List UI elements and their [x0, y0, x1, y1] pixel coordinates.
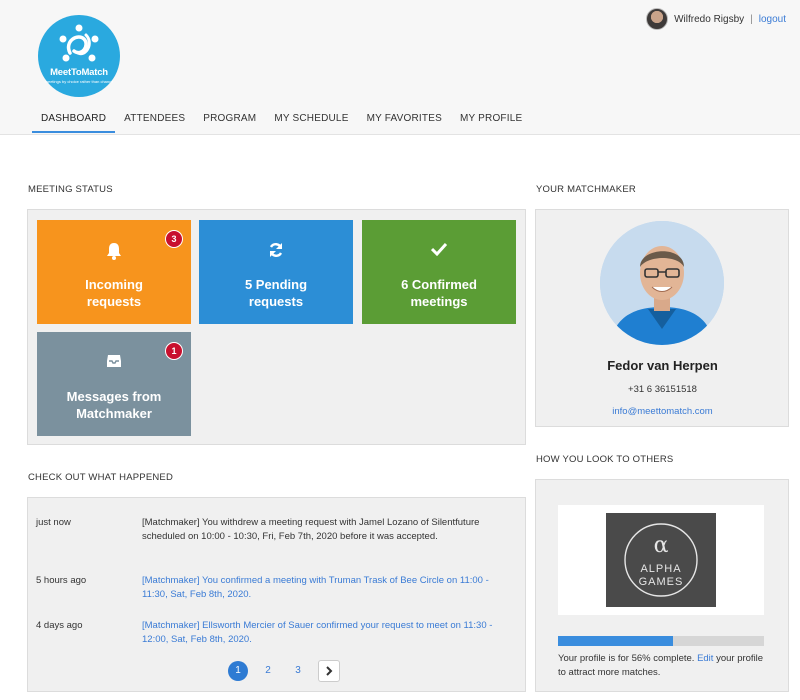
header: MeetToMatch meetings by choice rather th…	[0, 0, 800, 135]
nav-attendees[interactable]: ATTENDEES	[115, 105, 194, 133]
matchmaker-panel: Fedor van Herpen +31 6 36151518 info@mee…	[535, 209, 789, 427]
logout-link[interactable]: logout	[759, 14, 786, 25]
brand-name: MeetToMatch	[50, 67, 108, 78]
brand-tagline: meetings by choice rather than chance	[44, 79, 114, 84]
pagination: 1 2 3	[228, 660, 340, 682]
profile-progress-bar	[558, 636, 764, 646]
meeting-status-title: MEETING STATUS	[28, 184, 113, 195]
chevron-right-icon	[326, 666, 333, 676]
profile-completion-text: Your profile is for 56% complete. Edit y…	[558, 652, 768, 680]
matchmaker-email-link[interactable]: info@meettomatch.com	[536, 406, 789, 417]
tile-incoming-requests[interactable]: 3 Incoming requests	[37, 220, 191, 324]
matchmaker-name: Fedor van Herpen	[607, 358, 718, 373]
company-card[interactable]: α ALPHA GAMES	[558, 505, 764, 615]
nav-my-schedule[interactable]: MY SCHEDULE	[265, 105, 357, 133]
tile-label: 5 Pending requests	[244, 277, 308, 309]
separator: |	[750, 13, 753, 25]
user-menu: Wilfredo Rigsby | logout	[646, 8, 786, 30]
company-logo: α ALPHA GAMES	[606, 513, 716, 607]
profile-panel: α ALPHA GAMES Your profile is for 56% co…	[535, 479, 789, 692]
company-name-line1: ALPHA	[640, 563, 682, 575]
tile-label: Messages from Matchmaker	[66, 389, 162, 421]
logo-people-icon	[59, 24, 99, 62]
activity-title: CHECK OUT WHAT HAPPENED	[28, 472, 174, 483]
activity-text: [Matchmaker] You withdrew a meeting requ…	[142, 517, 480, 542]
activity-link[interactable]: [Matchmaker] Ellsworth Mercier of Sauer …	[142, 619, 498, 647]
activity-time: 4 days ago	[36, 620, 83, 631]
completion-text: Your profile is for 56% complete.	[558, 653, 695, 664]
activity-time: just now	[36, 517, 71, 528]
company-name-line2: GAMES	[638, 576, 684, 588]
main-nav: DASHBOARD ATTENDEES PROGRAM MY SCHEDULE …	[32, 105, 531, 133]
tile-pending-requests[interactable]: 5 Pending requests	[199, 220, 353, 324]
user-avatar[interactable]	[646, 8, 669, 30]
company-symbol: α	[653, 533, 669, 558]
matchmaker-title: YOUR MATCHMAKER	[536, 184, 636, 195]
tile-label: 6 Confirmed meetings	[401, 277, 477, 309]
tile-messages-matchmaker[interactable]: 1 Messages from Matchmaker	[37, 332, 191, 436]
matchmaker-phone: +31 6 36151518	[628, 384, 697, 395]
nav-my-favorites[interactable]: MY FAVORITES	[358, 105, 451, 133]
check-icon	[362, 242, 516, 259]
page-3-button[interactable]: 3	[288, 661, 308, 681]
user-name[interactable]: Wilfredo Rigsby	[674, 14, 744, 25]
tile-confirmed-meetings[interactable]: 6 Confirmed meetings	[362, 220, 516, 324]
nav-dashboard[interactable]: DASHBOARD	[32, 105, 116, 133]
nav-program[interactable]: PROGRAM	[194, 105, 265, 133]
profile-title: HOW YOU LOOK TO OTHERS	[536, 454, 674, 465]
next-page-button[interactable]	[318, 660, 340, 682]
activity-link[interactable]: [Matchmaker] You confirmed a meeting wit…	[142, 574, 498, 602]
activity-time: 5 hours ago	[36, 575, 87, 586]
meeting-status-panel: 3 Incoming requests 5 Pending requests 6…	[27, 209, 526, 445]
matchmaker-photo	[600, 221, 724, 345]
refresh-icon	[199, 242, 353, 261]
page-1-button[interactable]: 1	[228, 661, 248, 681]
page-2-button[interactable]: 2	[258, 661, 278, 681]
incoming-badge: 3	[165, 230, 183, 248]
brand-logo[interactable]: MeetToMatch meetings by choice rather th…	[38, 15, 148, 103]
profile-progress-fill	[558, 636, 674, 646]
nav-my-profile[interactable]: MY PROFILE	[451, 105, 531, 133]
messages-badge: 1	[165, 342, 183, 360]
edit-profile-link[interactable]: Edit	[697, 653, 713, 664]
tile-label: Incoming requests	[85, 277, 143, 309]
